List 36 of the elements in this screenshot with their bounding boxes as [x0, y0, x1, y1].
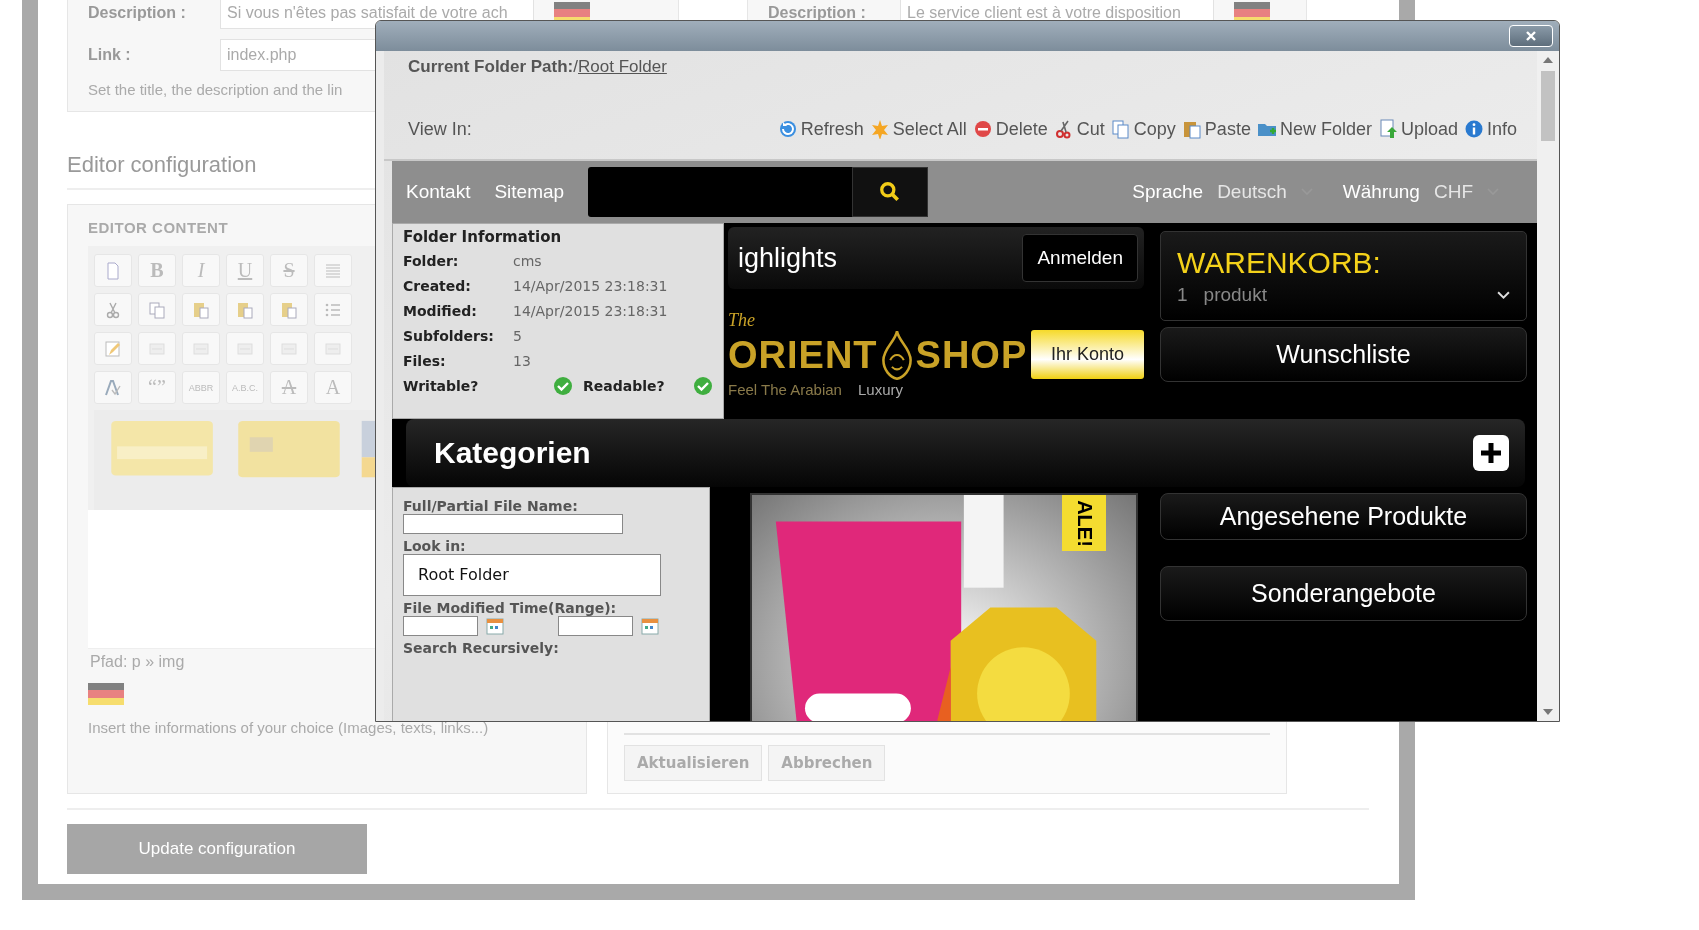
link-label: Link :	[88, 46, 132, 64]
hint-text: Insert the informations of your choice (Images, texts, links...)	[88, 719, 489, 736]
field-label: Look in:	[403, 538, 467, 554]
info-label: Created:	[403, 277, 472, 294]
info-label: Files:	[403, 352, 447, 369]
info-label: Modified:	[403, 302, 478, 319]
info-value: 5	[513, 327, 522, 344]
hint-text: Set the title, the description and the lin	[88, 81, 343, 98]
categories-title: Kategorien	[434, 436, 591, 470]
info-value: 14/Apr/2015 23:18:31	[513, 302, 668, 319]
logo-text: ORIENT	[728, 335, 878, 374]
logo-tagline: Feel The Arabian	[728, 380, 842, 398]
path-label: Current Folder Path:	[408, 57, 574, 76]
field-label: File Modified Time(Range):	[403, 600, 618, 616]
editor-title: EDITOR CONTENT	[88, 219, 229, 236]
cart-title: WARENKORB:	[1177, 246, 1382, 280]
logo-text: SHOP	[915, 335, 1028, 374]
highlights-title: ighlights	[738, 242, 838, 274]
cart-unit: produkt	[1203, 284, 1268, 306]
info-label: Folder:	[403, 252, 460, 269]
description-label: Description :	[768, 4, 867, 22]
logo-text: The	[728, 310, 756, 329]
sale-tag: ALE!	[1062, 495, 1106, 551]
path-separator: /	[573, 57, 579, 76]
description-label: Description :	[88, 4, 187, 22]
info-label: Subfolders:	[403, 327, 495, 344]
info-label: Readable?	[583, 377, 666, 394]
info-label: Writable?	[403, 377, 480, 394]
logo-tagline: Luxury	[857, 380, 903, 398]
cart-count: 1	[1177, 284, 1188, 306]
info-value: cms	[513, 252, 542, 269]
view-in-label: View In:	[408, 118, 472, 140]
info-value: 13	[513, 352, 531, 369]
info-value: 14/Apr/2015 23:18:31	[513, 277, 668, 294]
panel-title: Folder Information	[403, 227, 563, 248]
field-label: Full/Partial File Name:	[403, 498, 579, 514]
